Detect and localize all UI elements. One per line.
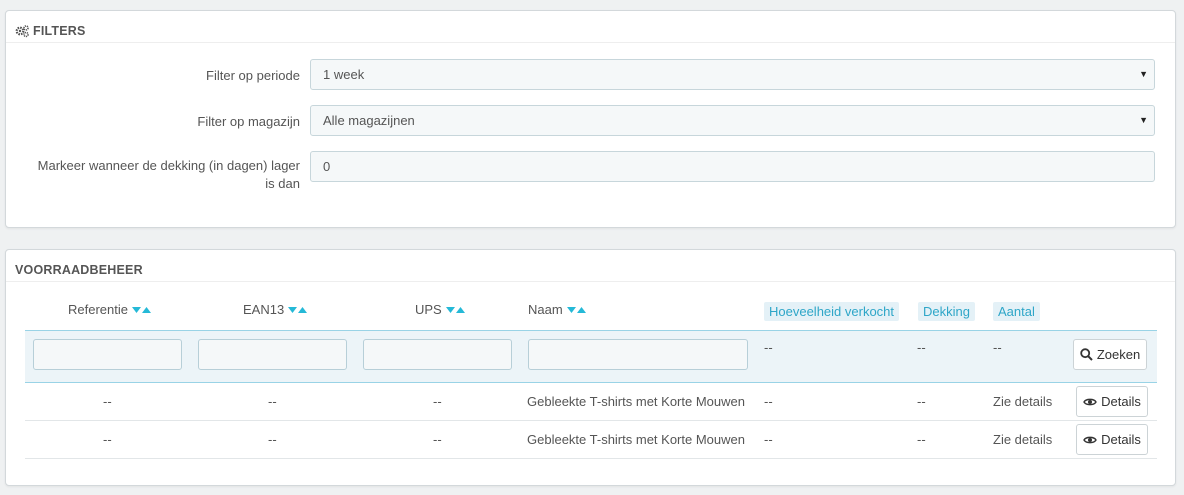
eye-icon <box>1083 436 1097 443</box>
stock-heading: VOORRAADBEHEER <box>6 250 1175 282</box>
col-aantal: Aantal <box>993 302 1040 321</box>
col-ups[interactable]: UPS <box>415 302 465 317</box>
sort-desc-icon[interactable] <box>445 306 455 313</box>
coverage-label-line2: is dan <box>265 176 300 191</box>
warehouse-filter-label: Filter op magazijn <box>197 114 300 129</box>
col-label: UPS <box>415 302 442 317</box>
filter-coverage-placeholder: -- <box>917 340 926 355</box>
filters-panel: FILTERS Filter op periode 1 week ▼ Filte… <box>5 10 1176 228</box>
warehouse-select[interactable]: Alle magazijnen ▼ <box>310 105 1155 136</box>
details-button-label: Details <box>1101 394 1141 409</box>
cell-quantity: Zie details <box>993 394 1053 409</box>
caret-down-icon: ▼ <box>1139 69 1148 79</box>
search-icon <box>1080 348 1093 361</box>
details-button-label: Details <box>1101 432 1141 447</box>
coverage-label-line1: Markeer wanneer de dekking (in dagen) la… <box>37 158 300 173</box>
cell-sold: -- <box>764 394 773 409</box>
sort-control[interactable] <box>288 306 308 313</box>
table-header: Referentie EAN13 UPS Naam Hoeveelheid ve… <box>6 302 1175 330</box>
caret-down-icon: ▼ <box>1139 115 1148 125</box>
col-hoeveelheid-verkocht: Hoeveelheid verkocht <box>764 302 900 321</box>
coverage-input[interactable]: 0 <box>310 151 1155 182</box>
sort-control[interactable] <box>566 306 586 313</box>
filters-title: FILTERS <box>33 23 86 38</box>
sort-asc-icon[interactable] <box>298 306 308 313</box>
search-button-label: Zoeken <box>1096 347 1141 362</box>
warehouse-select-value: Alle magazijnen <box>323 113 415 128</box>
search-button[interactable]: Zoeken <box>1073 339 1147 370</box>
cogs-icon <box>15 24 29 38</box>
filter-ups-input[interactable] <box>363 339 512 370</box>
col-referentie[interactable]: Referentie <box>68 302 151 317</box>
cell-ean13: -- <box>268 394 277 409</box>
sort-desc-icon[interactable] <box>566 306 576 313</box>
sort-desc-icon[interactable] <box>288 306 298 313</box>
stock-title: VOORRAADBEHEER <box>15 262 143 277</box>
table-row: -- -- -- Gebleekte T-shirts met Korte Mo… <box>25 383 1157 421</box>
period-select-value: 1 week <box>323 67 365 82</box>
stock-panel: VOORRAADBEHEER Referentie EAN13 UPS Naam… <box>5 249 1176 486</box>
sort-control[interactable] <box>445 306 465 313</box>
sort-asc-icon[interactable] <box>576 306 586 313</box>
period-filter-label: Filter op periode <box>206 68 300 83</box>
col-label: Dekking <box>918 302 975 321</box>
col-label: EAN13 <box>243 302 285 317</box>
cell-reference: -- <box>103 394 112 409</box>
coverage-input-value: 0 <box>323 159 331 174</box>
cell-ean13: -- <box>268 432 277 447</box>
period-select[interactable]: 1 week ▼ <box>310 59 1155 90</box>
filter-ean13-input[interactable] <box>198 339 347 370</box>
details-button[interactable]: Details <box>1076 386 1148 417</box>
cell-ups: -- <box>433 394 442 409</box>
cell-quantity: Zie details <box>993 432 1053 447</box>
col-label: Aantal <box>993 302 1040 321</box>
table-filter-row: -- -- -- Zoeken <box>25 330 1157 383</box>
filter-quantity-placeholder: -- <box>993 340 1002 355</box>
sort-desc-icon[interactable] <box>131 306 141 313</box>
cell-name: Gebleekte T-shirts met Korte Mouwen <box>527 432 745 447</box>
sort-control[interactable] <box>131 306 151 313</box>
col-ean13[interactable]: EAN13 <box>243 302 308 317</box>
col-label: Hoeveelheid verkocht <box>764 302 900 321</box>
filter-naam-input[interactable] <box>528 339 748 370</box>
coverage-filter-label: Markeer wanneer de dekking (in dagen) la… <box>10 157 300 193</box>
cell-coverage: -- <box>917 394 926 409</box>
sort-asc-icon[interactable] <box>455 306 465 313</box>
cell-ups: -- <box>433 432 442 447</box>
cell-reference: -- <box>103 432 112 447</box>
col-dekking: Dekking <box>918 302 975 321</box>
cell-name: Gebleekte T-shirts met Korte Mouwen <box>527 394 745 409</box>
eye-icon <box>1083 398 1097 405</box>
col-label: Referentie <box>68 302 128 317</box>
table-row: -- -- -- Gebleekte T-shirts met Korte Mo… <box>25 421 1157 459</box>
details-button[interactable]: Details <box>1076 424 1148 455</box>
cell-sold: -- <box>764 432 773 447</box>
filter-sold-placeholder: -- <box>764 340 773 355</box>
cell-coverage: -- <box>917 432 926 447</box>
col-label: Naam <box>528 302 563 317</box>
col-naam[interactable]: Naam <box>528 302 586 317</box>
filters-heading: FILTERS <box>6 11 1175 43</box>
sort-asc-icon[interactable] <box>141 306 151 313</box>
filter-referentie-input[interactable] <box>33 339 182 370</box>
